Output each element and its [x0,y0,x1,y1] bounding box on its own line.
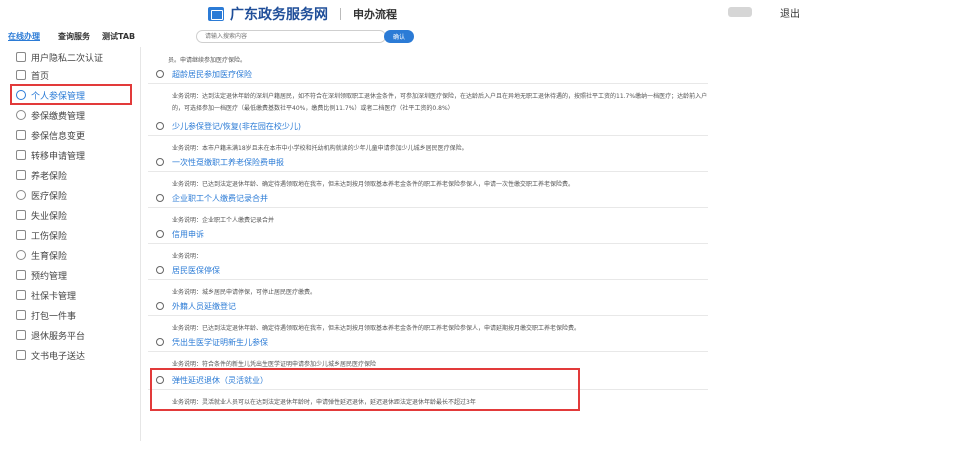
sidebar-item-transfer[interactable]: 转移申请管理 [16,147,130,163]
sidebar-item-ss-card[interactable]: 社保卡管理 [16,287,130,303]
logout-button[interactable]: 退出 [780,5,800,20]
highlight-box-content [150,368,580,411]
page-subtitle: 申办流程 [353,8,397,21]
edit-icon [16,130,26,140]
search-input[interactable] [196,30,386,43]
sidebar-item-label: 工伤保险 [31,231,68,242]
service-description: 业务说明：企业职工个人缴费记录合并 [172,217,275,224]
user-icon [156,230,164,238]
sidebar-item-label: 首页 [31,71,50,82]
sidebar-item-label: 社保卡管理 [31,291,77,302]
divider [148,351,708,352]
document-icon [16,350,26,360]
baby-icon [16,250,26,260]
service-title[interactable]: 凭出生医学证明新生儿参保 [172,337,268,348]
service-description: 业务说明： [172,253,203,260]
home-icon [16,70,26,80]
divider [148,171,708,172]
document-icon [16,230,26,240]
service-description: 业务说明：城乡居民申请停保，可停止居民医疗缴费。 [172,289,317,296]
divider [148,207,708,208]
sidebar: 用户隐私二次认证 首页 个人参保管理 参保缴费管理 参保信息变更 转移申请管理 … [0,47,140,461]
sidebar-item-label: 预约管理 [31,271,68,282]
sidebar-item-unemployment[interactable]: 失业保险 [16,207,130,223]
document-icon [16,170,26,180]
sidebar-item-retirement-platform[interactable]: 退休服务平台 [16,327,130,343]
highlight-box-sidebar [10,84,132,105]
divider [148,135,708,136]
service-description: 业务说明：已达到法定退休年龄、确定待遇领取地在我市，但未达到按月领取基本养老金条… [172,181,575,188]
service-title[interactable]: 超龄居民参加医疗保险 [172,69,252,80]
service-title[interactable]: 居民医保停保 [172,265,220,276]
top-header: 广东政务服务网 申办流程 退出 [0,0,956,26]
user-icon [156,302,164,310]
service-description: 业务说明：本市户籍未满18岁且未在本市中小学校和托幼机构就读的少年儿童申请参加少… [172,145,468,152]
service-description: 业务说明：已达到法定退休年龄、确定待遇领取地在我市，但未达到按月领取基本养老金条… [172,325,581,332]
sidebar-item-label: 转移申请管理 [31,151,86,162]
sidebar-item-privacy-auth[interactable]: 用户隐私二次认证 [16,49,130,65]
service-title[interactable]: 企业职工个人缴费记录合并 [172,193,268,204]
user-icon [16,190,26,200]
calendar-icon [16,270,26,280]
user-icon [156,158,164,166]
document-icon [16,210,26,220]
user-icon [156,338,164,346]
sidebar-item-label: 养老保险 [31,171,68,182]
coin-icon [16,110,26,120]
sidebar-item-home[interactable]: 首页 [16,67,130,83]
tab-query-service[interactable]: 查询服务 [58,31,90,42]
service-description: 业务说明：达到法定退休年龄的深圳户籍居民，如不符合在深圳领取职工退休金条件，可参… [172,93,708,112]
user-icon [156,70,164,78]
divider [148,315,708,316]
site-title: 广东政务服务网 [230,7,328,23]
brand[interactable]: 广东政务服务网 申办流程 [208,4,397,24]
sidebar-item-label: 退休服务平台 [31,331,86,342]
sidebar-item-label: 文书电子送达 [31,351,86,362]
divider [148,83,708,84]
service-title[interactable]: 一次性趸缴职工养老保险费申报 [172,157,284,168]
sidebar-item-label: 生育保险 [31,251,68,262]
service-title[interactable]: 外籍人员延缴登记 [172,301,236,312]
nav-bar: 在线办理 查询服务 测试TAB 确认 [0,27,956,47]
sidebar-item-label: 医疗保险 [31,191,68,202]
sidebar-item-e-delivery[interactable]: 文书电子送达 [16,347,130,363]
sidebar-item-appointment[interactable]: 预约管理 [16,267,130,283]
user-icon [156,266,164,274]
sidebar-item-label: 失业保险 [31,211,68,222]
confirm-button[interactable]: 确认 [384,30,414,43]
user-icon [156,194,164,202]
card-icon [16,330,26,340]
sidebar-item-info-change[interactable]: 参保信息变更 [16,127,130,143]
home-icon [16,52,26,62]
sidebar-item-payment[interactable]: 参保缴费管理 [16,107,130,123]
card-icon [16,290,26,300]
sidebar-item-label: 参保信息变更 [31,131,86,142]
description-fragment: 员。申请继续参加医疗保险。 [168,57,247,64]
sidebar-item-label: 用户隐私二次认证 [31,53,104,64]
service-title[interactable]: 信用申诉 [172,229,204,240]
tab-test[interactable]: 测试TAB [102,31,135,42]
divider [148,243,708,244]
sidebar-item-medical[interactable]: 医疗保险 [16,187,130,203]
sidebar-item-bundle[interactable]: 打包一件事 [16,307,130,323]
title-divider [340,8,341,20]
transfer-icon [16,150,26,160]
sidebar-item-maternity[interactable]: 生育保险 [16,247,130,263]
user-avatar[interactable] [728,7,752,17]
sidebar-item-label: 参保缴费管理 [31,111,86,122]
site-logo-icon [208,7,224,21]
tab-online-handle[interactable]: 在线办理 [8,31,40,42]
service-title[interactable]: 少儿参保登记/恢复(非在园在校少儿) [172,121,301,132]
card-icon [16,310,26,320]
user-icon [156,122,164,130]
sidebar-item-label: 打包一件事 [31,311,77,322]
sidebar-item-work-injury[interactable]: 工伤保险 [16,227,130,243]
divider [148,279,708,280]
service-list: 员。申请继续参加医疗保险。 超龄居民参加医疗保险 业务说明：达到法定退休年龄的深… [148,47,956,461]
sidebar-item-pension[interactable]: 养老保险 [16,167,130,183]
sidebar-divider [140,47,141,441]
